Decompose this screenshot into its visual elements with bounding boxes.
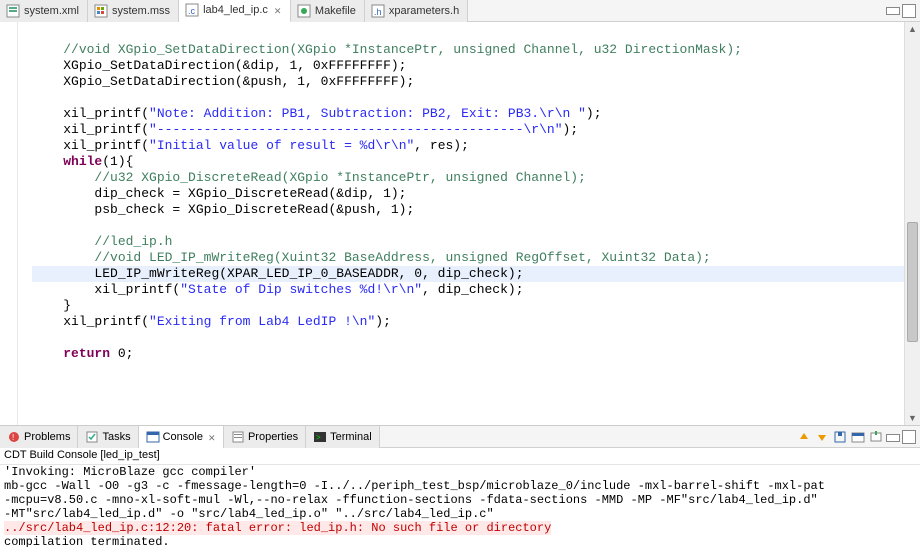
h-file-icon: .h	[371, 4, 385, 18]
scroll-thumb[interactable]	[907, 222, 918, 342]
xml-file-icon	[6, 4, 20, 18]
code-editor[interactable]: //void XGpio_SetDataDirection(XGpio *Ins…	[0, 22, 920, 425]
svg-text:.h: .h	[374, 7, 382, 17]
terminal-icon: >	[313, 430, 327, 444]
tab-terminal[interactable]: > Terminal	[306, 426, 380, 448]
tab-label: Makefile	[315, 5, 356, 17]
scroll-up-icon[interactable]: ▲	[907, 22, 918, 36]
tab-problems[interactable]: ! Problems	[0, 426, 78, 448]
close-icon[interactable]: ✕	[208, 433, 216, 441]
minimize-view-icon[interactable]	[886, 7, 900, 15]
tab-label: lab4_led_ip.c	[203, 4, 268, 16]
bottom-tab-bar: ! Problems Tasks Console ✕ Properties > …	[0, 426, 920, 448]
code-comment: //void XGpio_SetDataDirection(XGpio *Ins…	[63, 42, 742, 57]
tab-system-mss[interactable]: system.mss	[88, 0, 179, 22]
highlighted-line: LED_IP_mWriteReg(XPAR_LED_IP_0_BASEADDR,…	[32, 266, 904, 282]
tab-label: system.xml	[24, 5, 79, 17]
tab-properties[interactable]: Properties	[224, 426, 306, 448]
make-file-icon	[297, 4, 311, 18]
tab-label: xparameters.h	[389, 5, 459, 17]
tab-tasks[interactable]: Tasks	[78, 426, 138, 448]
editor-gutter	[0, 22, 18, 425]
tab-system-xml[interactable]: system.xml	[0, 0, 88, 22]
close-icon[interactable]: ✕	[274, 6, 282, 14]
properties-icon	[231, 430, 245, 444]
scroll-lock-up-icon[interactable]	[796, 429, 812, 445]
tasks-icon	[85, 430, 99, 444]
svg-text:>: >	[316, 433, 321, 442]
editor-tab-bar: system.xml system.mss .c lab4_led_ip.c ✕…	[0, 0, 920, 22]
scroll-lock-down-icon[interactable]	[814, 429, 830, 445]
tab-label: system.mss	[112, 5, 170, 17]
vertical-scrollbar[interactable]: ▲ ▼	[904, 22, 920, 425]
tab-console[interactable]: Console ✕	[139, 426, 224, 448]
c-file-icon: .c	[185, 3, 199, 17]
svg-text:!: !	[12, 433, 14, 442]
maximize-view-icon[interactable]	[902, 4, 916, 18]
tab-xparameters-h[interactable]: .h xparameters.h	[365, 0, 468, 22]
console-title: CDT Build Console [led_ip_test]	[0, 448, 920, 465]
tab-makefile[interactable]: Makefile	[291, 0, 365, 22]
display-selected-console-icon[interactable]	[850, 429, 866, 445]
code-line: XGpio_SetDataDirection(&dip, 1, 0xFFFFFF…	[63, 58, 406, 73]
open-console-icon[interactable]	[868, 429, 884, 445]
tab-lab4-led-ip-c[interactable]: .c lab4_led_ip.c ✕	[179, 0, 291, 22]
problems-icon: !	[7, 430, 21, 444]
maximize-view-icon[interactable]	[902, 430, 916, 444]
svg-text:.c: .c	[188, 6, 196, 16]
console-error-line: ../src/lab4_led_ip.c:12:20: fatal error:…	[4, 521, 551, 535]
code-line: XGpio_SetDataDirection(&push, 1, 0xFFFFF…	[63, 74, 414, 89]
console-icon	[146, 430, 160, 444]
minimize-view-icon[interactable]	[886, 434, 900, 442]
pin-console-icon[interactable]	[832, 429, 848, 445]
console-output[interactable]: 'Invoking: MicroBlaze gcc compiler' mb-g…	[0, 465, 920, 547]
scroll-down-icon[interactable]: ▼	[907, 411, 918, 425]
code-content[interactable]: //void XGpio_SetDataDirection(XGpio *Ins…	[18, 22, 904, 425]
mss-file-icon	[94, 4, 108, 18]
